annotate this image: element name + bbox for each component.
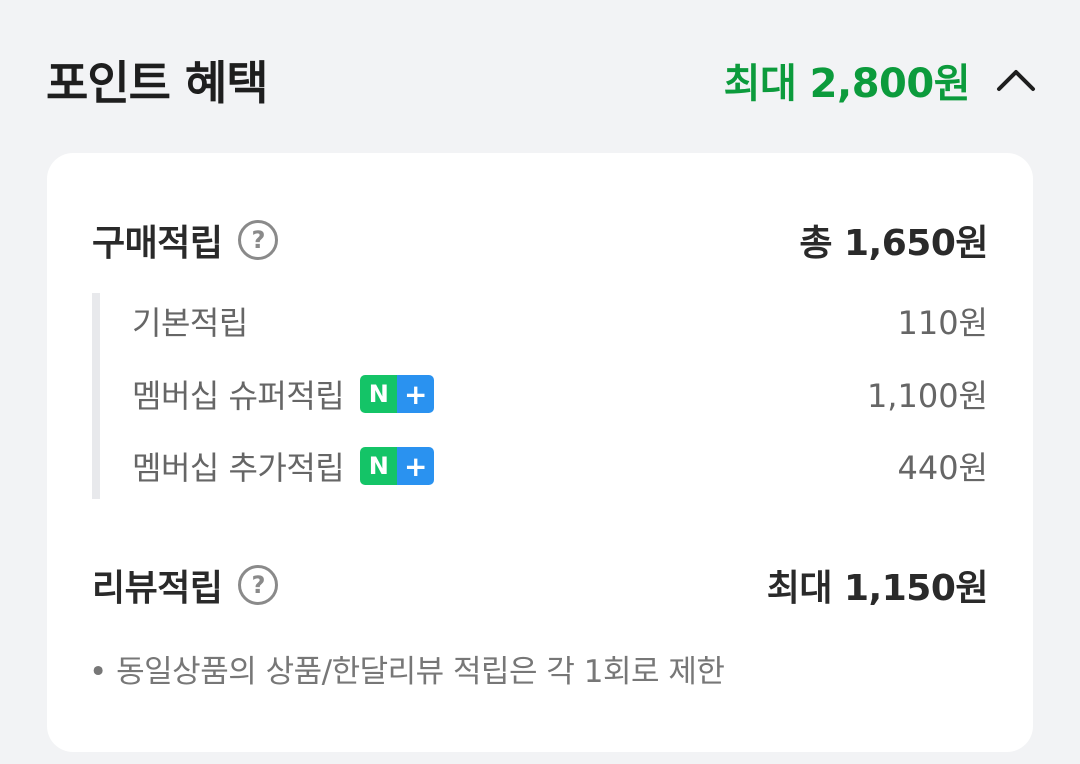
badge-n: N	[360, 447, 398, 485]
naver-plus-badge: N +	[360, 375, 435, 413]
chevron-up-icon[interactable]	[996, 68, 1036, 92]
badge-plus: +	[397, 375, 435, 413]
breakdown-value: 110원	[897, 304, 988, 342]
list-item: 멤버십 슈퍼적립 N + 1,100원	[132, 369, 988, 419]
purchase-breakdown-list: 기본적립 110원 멤버십 슈퍼적립 N + 1,100원 멤버십 추가적립 N…	[92, 293, 988, 499]
points-header: 포인트 혜택 최대 2,800원	[46, 40, 1036, 120]
breakdown-value: 440원	[897, 449, 988, 487]
list-item: 기본적립 110원	[132, 296, 988, 346]
breakdown-value: 1,100원	[866, 377, 988, 415]
badge-n: N	[360, 375, 398, 413]
breakdown-label: 멤버십 추가적립	[132, 449, 345, 487]
purchase-points-row: 구매적립 ? 총 1,650원	[92, 215, 988, 265]
review-points-title: 리뷰적립	[92, 568, 223, 609]
breakdown-label: 기본적립	[132, 304, 248, 342]
list-item: 멤버십 추가적립 N + 440원	[132, 441, 988, 491]
review-points-row: 리뷰적립 ? 최대 1,150원	[92, 560, 989, 610]
review-note: • 동일상품의 상품/한달리뷰 적립은 각 1회로 제한	[89, 654, 725, 690]
badge-plus: +	[397, 447, 435, 485]
naver-plus-badge: N +	[360, 447, 435, 485]
review-points-total: 최대 1,150원	[766, 568, 989, 609]
help-icon[interactable]: ?	[238, 565, 279, 605]
purchase-points-title: 구매적립	[92, 223, 223, 264]
max-points-label: 최대 2,800원	[723, 61, 971, 107]
page-title: 포인트 혜택	[46, 56, 269, 110]
collapse-toggle[interactable]: 최대 2,800원	[724, 51, 1036, 109]
points-card: 구매적립 ? 총 1,650원 기본적립 110원 멤버십 슈퍼적립 N + 1…	[47, 153, 1033, 752]
purchase-points-total: 총 1,650원	[799, 223, 988, 264]
breakdown-label: 멤버십 슈퍼적립	[132, 377, 345, 415]
help-icon[interactable]: ?	[238, 220, 279, 260]
